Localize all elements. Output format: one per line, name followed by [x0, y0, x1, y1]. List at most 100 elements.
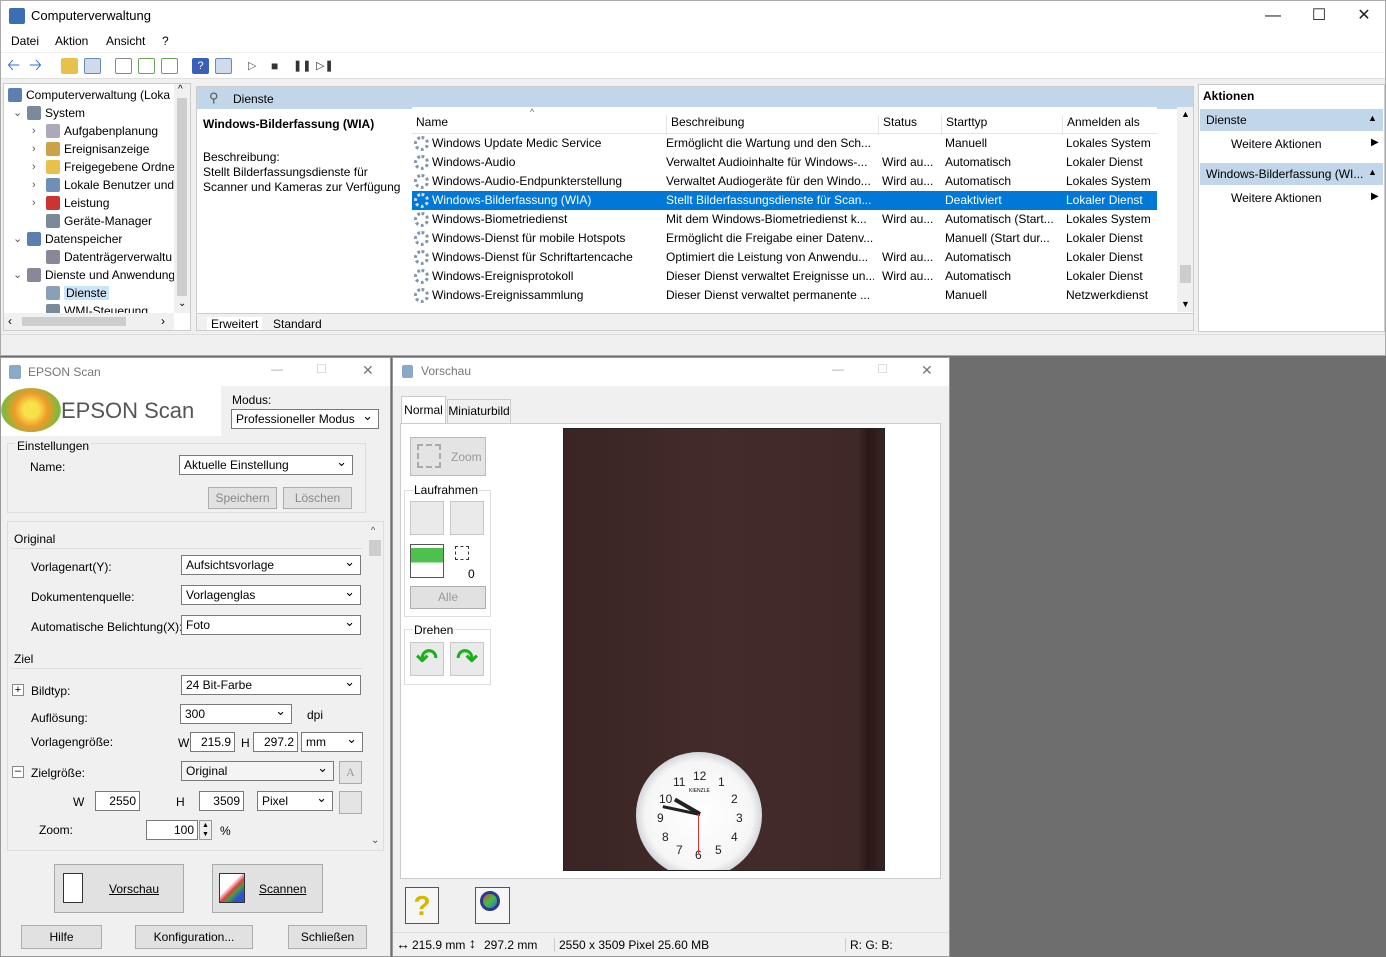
tree-item[interactable]: › Leistung [32, 194, 109, 212]
rotate-right-icon[interactable]: ↷ [450, 642, 484, 676]
scroll-up-icon[interactable]: ^ [178, 84, 183, 95]
scroll-thumb[interactable] [177, 98, 187, 296]
scroll-right-icon[interactable]: › [161, 314, 165, 328]
collapsed-chevron-icon[interactable]: › [32, 122, 36, 140]
start-icon[interactable]: ▷ [248, 58, 265, 74]
tree-item[interactable]: Dienste [46, 284, 109, 302]
doc-type-select[interactable]: Aufsichtsvorlage [181, 555, 361, 575]
expanded-chevron-icon[interactable]: ⌄ [13, 104, 22, 122]
target-width-input[interactable]: 2550 [95, 791, 140, 811]
menu-datei[interactable]: Datei [11, 34, 39, 48]
collapsed-chevron-icon[interactable]: › [32, 176, 36, 194]
auto-locate-icon[interactable] [410, 544, 444, 578]
column-logon[interactable]: Anmelden als [1062, 115, 1140, 135]
show-tree-icon[interactable] [84, 58, 101, 74]
service-row[interactable]: Windows-Ereignisprotokoll Dieser Dienst v… [412, 267, 1157, 286]
scan-button[interactable]: Scannen [212, 864, 323, 913]
menu-ansicht[interactable]: Ansicht [106, 34, 145, 48]
column-description[interactable]: Beschreibung [666, 115, 744, 135]
column-name[interactable]: Name [416, 115, 448, 129]
service-row[interactable]: Windows Update Medic Service Ermöglicht d… [412, 134, 1157, 153]
configuration-button[interactable]: Konfiguration... [135, 925, 253, 949]
tab-erweitert[interactable]: Erweitert [207, 317, 263, 330]
help-button[interactable]: Hilfe [21, 925, 102, 949]
font-icon[interactable]: A [339, 761, 362, 784]
service-row[interactable]: Windows-Biometriedienst Mit dem Windows-B… [412, 210, 1157, 229]
tab-normal[interactable]: Normal [401, 396, 446, 424]
zoom-spinner[interactable]: ▲ ▼ [199, 820, 212, 840]
more-actions-1[interactable]: Weitere Aktionen ▶ [1231, 137, 1381, 151]
tree-item[interactable]: › Aufgabenplanung [32, 122, 158, 140]
delete-button[interactable]: Löschen [283, 487, 352, 509]
service-row[interactable]: Windows-Audio-Endpunkterstellung Verwalte… [412, 172, 1157, 191]
column-status[interactable]: Status [878, 115, 917, 135]
collapse-icon[interactable]: – [12, 766, 24, 778]
tree-item[interactable]: ⌄ Datenspeicher [13, 230, 122, 248]
tree-hscrollbar[interactable]: ‹ › [4, 313, 174, 330]
scroll-thumb[interactable] [1180, 265, 1191, 283]
column-starttyp[interactable]: Starttyp [941, 115, 987, 135]
doc-width-input[interactable]: 215.9 [190, 732, 235, 752]
help-icon[interactable]: ? [192, 58, 209, 74]
close-button[interactable]: ✕ [362, 362, 374, 379]
expanded-chevron-icon[interactable]: ⌄ [13, 230, 22, 248]
zoom-input[interactable]: 100 [146, 820, 198, 840]
maximize-button[interactable]: ☐ [1296, 1, 1342, 31]
actions-group-wia[interactable]: Windows-Bilderfassung (WI... ▲ [1200, 163, 1383, 185]
services-scrollbar[interactable]: ▲ ▼ [1177, 107, 1193, 312]
service-row[interactable]: Windows-Audio Verwaltet Audioinhalte für … [412, 153, 1157, 172]
up-folder-icon[interactable] [61, 58, 78, 74]
minimize-button[interactable]: — [832, 362, 844, 376]
service-row[interactable]: Windows-Ereignissammlung Dieser Dienst ve… [412, 286, 1157, 305]
stop-icon[interactable]: ■ [271, 58, 288, 74]
zoom-button[interactable]: Zoom [410, 437, 486, 476]
forward-icon[interactable]: 🡢 [29, 58, 46, 74]
properties-icon[interactable] [115, 58, 132, 74]
close-button[interactable]: Schließen [288, 925, 367, 949]
maximize-button[interactable]: ☐ [877, 362, 888, 376]
menu-help[interactable]: ? [162, 34, 169, 48]
tree-item[interactable]: › Freigegebene Ordne [32, 158, 175, 176]
target-height-input[interactable]: 3509 [199, 791, 244, 811]
doc-source-select[interactable]: Vorlagenglas [181, 585, 361, 605]
rotate-left-icon[interactable]: ↶ [410, 642, 444, 676]
lock-icon[interactable] [339, 791, 362, 814]
tree-item[interactable]: Datenträgerverwaltu [46, 248, 172, 266]
delete-marquee-icon[interactable] [450, 501, 484, 535]
scroll-thumb[interactable] [369, 540, 381, 556]
minimize-button[interactable]: — [271, 362, 283, 376]
auto-exposure-select[interactable]: Foto [181, 615, 361, 635]
tab-standard[interactable]: Standard [269, 317, 326, 330]
image-type-select[interactable]: 24 Bit-Farbe [181, 675, 361, 695]
service-row[interactable]: Windows-Dienst für mobile Hotspots Ermögl… [412, 229, 1157, 248]
scroll-down-icon[interactable]: ⌄ [178, 298, 186, 309]
preview-button[interactable]: Vorschau [54, 864, 184, 913]
doc-height-input[interactable]: 297.2 [253, 732, 298, 752]
close-button[interactable]: ✕ [1341, 1, 1386, 31]
service-row[interactable]: Windows-Bilderfassung (WIA) Stellt Bilder… [412, 191, 1157, 210]
tree-item[interactable]: ⌄ System [13, 104, 85, 122]
expand-icon[interactable]: + [12, 684, 24, 696]
scroll-down-icon[interactable]: ▼ [1181, 299, 1190, 309]
mode-select[interactable]: Professioneller Modus [231, 409, 379, 429]
pause-icon[interactable]: ❚❚ [293, 58, 311, 74]
tree-vscrollbar[interactable]: ^ ⌄ [174, 84, 190, 313]
close-button[interactable]: ✕ [921, 362, 933, 379]
save-button[interactable]: Speichern [208, 487, 277, 509]
scroll-down-icon[interactable]: ⌄ [371, 835, 379, 846]
collapsed-chevron-icon[interactable]: › [32, 194, 36, 212]
scroll-left-icon[interactable]: ‹ [8, 314, 12, 328]
minimize-button[interactable]: — [1250, 1, 1296, 31]
view-icon[interactable] [215, 58, 232, 74]
menu-aktion[interactable]: Aktion [55, 34, 88, 48]
restart-icon[interactable]: ▷❚ [316, 58, 334, 74]
all-button[interactable]: Alle [410, 586, 486, 609]
color-palette-icon[interactable] [475, 887, 510, 924]
export-icon[interactable] [161, 58, 178, 74]
scroll-thumb[interactable] [22, 317, 126, 326]
create-marquee-icon[interactable] [410, 501, 444, 535]
tree-item[interactable]: › Ereignisanzeige [32, 140, 149, 158]
scroll-up-icon[interactable]: ^ [371, 525, 375, 535]
help-icon[interactable]: ? [405, 887, 439, 924]
target-size-select[interactable]: Original [181, 761, 334, 781]
